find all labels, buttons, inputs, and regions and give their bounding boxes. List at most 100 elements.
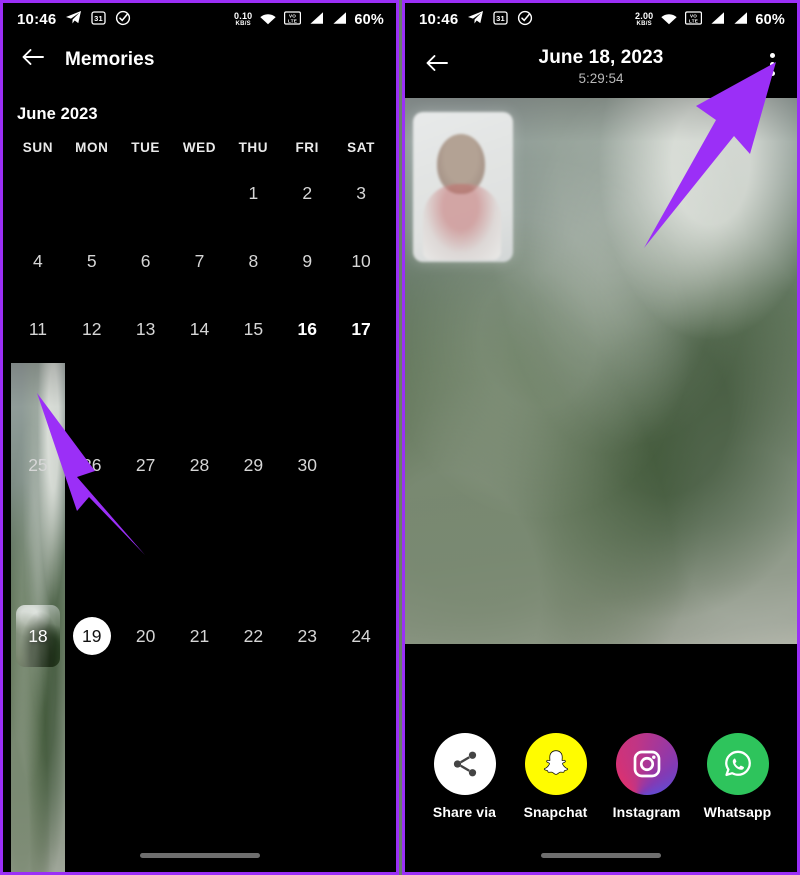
calendar-31-icon: 31	[493, 10, 509, 29]
calendar-day	[119, 159, 173, 227]
network-speed: 2.00 KB/S	[635, 11, 654, 28]
calendar-day	[65, 159, 119, 227]
svg-text:LTE: LTE	[689, 18, 698, 23]
status-bar-right-group: 2.00 KB/S VO LTE 60%	[635, 10, 785, 29]
calendar-week: 1 2 3	[11, 159, 388, 227]
kebab-dot	[770, 62, 775, 67]
calendar-day[interactable]: 13	[119, 295, 173, 363]
calendar-day[interactable]: 25	[11, 431, 65, 499]
network-speed-value: 0.10	[234, 11, 253, 21]
calendar-week: 25 26 27 28 29 30	[11, 431, 388, 499]
calendar-day-label: 18	[28, 625, 48, 646]
signal-bars-icon	[732, 11, 748, 29]
calendar-week: 18 19 20 21 22 23 24	[11, 363, 388, 872]
calendar-day[interactable]: 12	[65, 295, 119, 363]
day-header: WED	[182, 140, 217, 155]
network-speed-unit: KB/S	[235, 21, 251, 27]
day-header: SUN	[22, 140, 54, 155]
share-option-label: Share via	[432, 804, 497, 820]
day-header: THU	[238, 140, 269, 155]
snapchat-icon	[524, 733, 587, 795]
calendar-day	[334, 431, 388, 499]
status-bar-right: 10:46 31 2.00 KB/S VO LTE 60%	[405, 3, 797, 36]
calendar-day[interactable]: 6	[119, 227, 173, 295]
calendar-day[interactable]: 27	[119, 431, 173, 499]
month-label: June 2023	[17, 105, 98, 123]
back-arrow-icon[interactable]	[425, 53, 449, 78]
calendar-day[interactable]: 4	[11, 227, 65, 295]
calendar-day[interactable]: 10	[334, 227, 388, 295]
network-speed-unit: KB/S	[636, 21, 652, 27]
status-bar-left-group: 10:46 31	[17, 10, 131, 30]
svg-text:LTE: LTE	[288, 18, 297, 23]
signal-bars-icon	[709, 11, 725, 29]
day-header: SAT	[347, 140, 375, 155]
calendar-day[interactable]: 17	[334, 295, 388, 363]
status-time: 10:46	[17, 11, 57, 28]
calendar-week: 4 5 6 7 8 9 10	[11, 227, 388, 295]
share-option-whatsapp[interactable]: Whatsapp	[696, 733, 780, 820]
memory-thumbnail	[15, 605, 60, 667]
calendar-day[interactable]: 9	[280, 227, 334, 295]
back-arrow-icon[interactable]	[21, 47, 45, 72]
instagram-icon	[615, 733, 678, 795]
phone-panel-memory-detail: 10:46 31 2.00 KB/S VO LTE 60% June 18, 2…	[402, 0, 800, 875]
network-speed: 0.10 KB/S	[234, 11, 253, 28]
kebab-menu-button[interactable]	[770, 53, 775, 76]
telegram-icon	[467, 10, 484, 29]
check-circle-icon	[517, 10, 533, 30]
share-option-label: Snapchat	[523, 804, 588, 820]
calendar-day[interactable]: 5	[65, 227, 119, 295]
detail-top-bar: June 18, 2023 5:29:54	[405, 36, 797, 98]
volte-icon: VO LTE	[685, 10, 703, 29]
memory-time-subtitle: 5:29:54	[578, 71, 624, 86]
home-indicator[interactable]	[541, 853, 661, 858]
calendar-day[interactable]: 14	[173, 295, 227, 363]
calendar-day[interactable]: 7	[173, 227, 227, 295]
kebab-dot	[770, 71, 775, 76]
home-indicator[interactable]	[139, 853, 260, 858]
share-option-label: Whatsapp	[703, 804, 772, 820]
day-header: TUE	[131, 140, 161, 155]
share-option-instagram[interactable]: Instagram	[605, 733, 689, 820]
calendar-day[interactable]: 28	[173, 431, 227, 499]
calendar-day[interactable]: 16	[280, 295, 334, 363]
calendar-day[interactable]: 3	[334, 159, 388, 227]
kebab-dot	[770, 53, 775, 58]
battery-percent: 60%	[755, 11, 785, 28]
share-option-label: Instagram	[612, 804, 681, 820]
signal-bars-icon	[308, 11, 324, 29]
calendar-day[interactable]: 8	[226, 227, 280, 295]
calendar-day[interactable]: 1	[226, 159, 280, 227]
selfie-overlay-card	[413, 112, 513, 262]
telegram-icon	[65, 10, 82, 29]
calendar-day	[11, 159, 65, 227]
status-bar-left-group: 10:46 31	[419, 10, 533, 30]
volte-icon: VO LTE	[284, 10, 302, 29]
calendar-day[interactable]: 2	[280, 159, 334, 227]
calendar-day[interactable]: 26	[65, 431, 119, 499]
calendar-day[interactable]: 29	[226, 431, 280, 499]
calendar-week: 11 12 13 14 15 16 17	[11, 295, 388, 363]
network-speed-value: 2.00	[635, 11, 654, 21]
phone-panel-memories: 10:46 31 0.10 KB/S VO LTE 60% Memories J…	[0, 0, 399, 875]
share-option-share-via[interactable]: Share via	[423, 733, 507, 820]
whatsapp-icon	[706, 733, 769, 795]
calendar-day	[173, 159, 227, 227]
screenshot-stage: 10:46 31 0.10 KB/S VO LTE 60% Memories J…	[0, 0, 800, 875]
calendar-day[interactable]: 11	[11, 295, 65, 363]
calendar-day[interactable]: 30	[280, 431, 334, 499]
memory-date-title: June 18, 2023	[538, 47, 664, 68]
check-circle-icon	[115, 10, 131, 30]
status-time: 10:46	[419, 11, 459, 28]
day-header: FRI	[295, 140, 319, 155]
memory-photo[interactable]	[405, 98, 797, 644]
calendar-grid: SUN MON TUE WED THU FRI SAT 1 2 3 4 5 6 …	[3, 124, 396, 872]
calendar-day[interactable]: 15	[226, 295, 280, 363]
share-icon	[433, 733, 496, 795]
share-option-snapchat[interactable]: Snapchat	[514, 733, 598, 820]
status-bar-right-group: 0.10 KB/S VO LTE 60%	[234, 10, 384, 29]
svg-text:31: 31	[95, 14, 104, 23]
status-bar-left: 10:46 31 0.10 KB/S VO LTE 60%	[3, 3, 396, 36]
app-bar: Memories	[3, 36, 396, 83]
